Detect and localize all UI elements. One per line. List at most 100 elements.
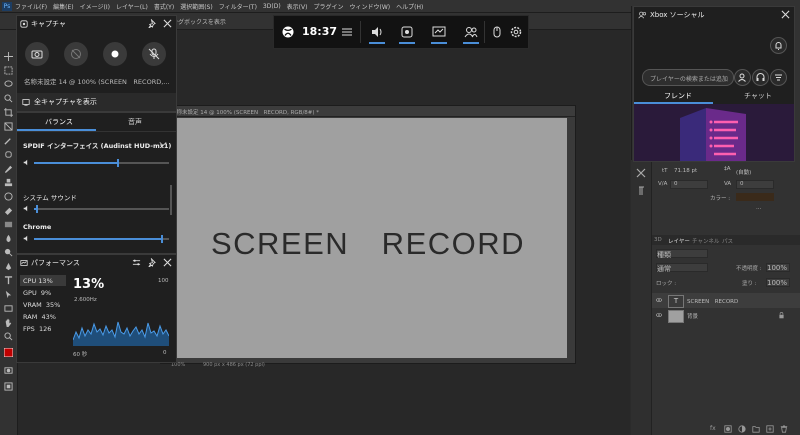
tools-crossed-icon[interactable] [636,168,646,178]
layer-filter-select[interactable]: 種類 [656,249,708,259]
group-folder-icon[interactable] [752,425,760,433]
speaker-icon[interactable] [23,205,30,212]
system-volume-slider[interactable] [34,205,169,213]
more-options-icon[interactable]: ··· [756,206,761,212]
path-select-tool-icon[interactable] [4,290,13,299]
pin-icon[interactable] [147,19,156,28]
menu-layer[interactable]: レイヤー(L) [116,2,148,11]
frame-tool-icon[interactable] [4,122,13,131]
rectangle-tool-icon[interactable] [4,304,13,313]
add-friend-button[interactable] [734,69,751,86]
eraser-tool-icon[interactable] [4,206,13,215]
tab-3d[interactable]: 3D [654,237,662,243]
tab-voice[interactable]: 音声 [128,117,142,127]
eye-icon[interactable] [656,297,662,303]
output-device-label[interactable]: SPDIF インターフェイス (Audinst HUD-mx1) [23,140,171,150]
party-button[interactable] [752,69,769,86]
marquee-tool-icon[interactable] [4,66,13,75]
screenshot-button[interactable] [25,42,49,66]
show-all-captures-link[interactable]: 全キャプチャを表示 [17,93,176,111]
scrollbar[interactable] [170,185,172,215]
pen-tool-icon[interactable] [4,262,13,271]
speaker-icon[interactable] [23,235,30,242]
link-layers-icon[interactable]: fx [710,425,716,432]
tab-paths[interactable]: パス [722,237,733,245]
gradient-tool-icon[interactable] [4,220,13,229]
blend-mode-select[interactable]: 通常 [656,263,708,273]
opacity-field[interactable]: 100% [766,263,790,272]
text-color-swatch[interactable] [736,193,774,201]
app-volume-thumb[interactable] [161,235,164,243]
settings-gear-icon[interactable] [509,25,523,39]
close-icon[interactable] [781,10,790,19]
stamp-tool-icon[interactable] [4,178,13,187]
stat-vram[interactable]: VRAM 35% [23,301,60,309]
device-volume-thumb[interactable] [116,159,119,167]
stat-cpu[interactable]: CPU 13% [23,277,53,285]
document-tab[interactable]: 名称未設定 14 @ 100% (SCREEN RECORD, RGB/8#) … [161,106,575,117]
tab-friends[interactable]: フレンド [664,91,692,101]
menu-window[interactable]: ウィンドウ(W) [349,2,390,11]
menu-filter[interactable]: フィルター(T) [219,2,257,11]
tracking-field[interactable]: 0 [736,180,774,189]
tab-chat[interactable]: チャット [744,91,772,101]
leading-value[interactable]: (自動) [736,168,751,176]
capture-widget-icon[interactable] [400,25,414,39]
xbox-social-widget-icon[interactable] [464,25,478,39]
app-volume-slider[interactable] [34,235,169,243]
layer-name[interactable]: 背景 [687,312,698,320]
add-mask-icon[interactable] [724,425,732,433]
quick-mask-icon[interactable] [4,366,13,375]
filter-button[interactable] [770,69,787,86]
move-tool-icon[interactable] [4,52,13,61]
canvas[interactable]: SCREEN RECORD [169,118,567,358]
adjustment-layer-icon[interactable] [738,425,746,433]
blur-tool-icon[interactable] [4,234,13,243]
brush-tool-icon[interactable] [4,164,13,173]
paragraph-icon[interactable] [636,186,646,196]
menu-select[interactable]: 選択範囲(S) [180,2,213,11]
stat-gpu[interactable]: GPU 9% [23,289,51,297]
device-volume-slider[interactable] [34,159,169,167]
quick-select-tool-icon[interactable] [4,94,13,103]
start-recording-button[interactable] [103,42,127,66]
menu-3d[interactable]: 3D(D) [263,3,281,10]
close-icon[interactable] [163,19,172,28]
zoom-tool-icon[interactable] [4,332,13,341]
chevron-down-icon[interactable] [159,141,167,147]
menu-image[interactable]: イメージ(I) [80,2,110,11]
crop-tool-icon[interactable] [4,108,13,117]
menu-icon[interactable] [342,28,352,36]
record-last-button[interactable] [64,42,88,66]
audio-widget-icon[interactable] [370,25,384,39]
screen-mode-icon[interactable] [4,382,13,391]
tab-balance[interactable]: バランス [45,117,73,127]
options-sliders-icon[interactable] [132,258,141,267]
xbox-logo-icon[interactable] [282,26,294,38]
speaker-icon[interactable] [23,159,30,166]
stat-fps[interactable]: FPS 126 [23,325,51,333]
menu-edit[interactable]: 編集(E) [53,2,73,11]
pin-icon[interactable] [147,258,156,267]
menu-help[interactable]: ヘルプ(H) [396,2,423,11]
show-bounding-box-label[interactable]: ングボックスを表示 [172,17,226,26]
kerning-field[interactable]: 0 [670,180,708,189]
stat-ram[interactable]: RAM 43% [23,313,56,321]
menu-view[interactable]: 表示(V) [287,2,308,11]
notifications-button[interactable] [770,37,787,54]
eyedropper-tool-icon[interactable] [4,136,13,145]
hand-tool-icon[interactable] [4,318,13,327]
tab-layers[interactable]: レイヤー [668,237,690,245]
font-size-value[interactable]: 71.18 pt [674,168,697,174]
player-search-input[interactable]: プレイヤーの検索または追加 [642,69,734,86]
system-volume-thumb[interactable] [35,205,38,213]
new-layer-icon[interactable] [766,425,774,433]
mic-toggle-button[interactable] [142,42,166,66]
layer-name[interactable]: SCREEN RECORD [687,297,738,305]
trash-icon[interactable] [780,425,788,433]
document-window[interactable]: 名称未設定 14 @ 100% (SCREEN RECORD, RGB/8#) … [160,105,576,368]
canvas-text-layer[interactable]: SCREEN RECORD [169,218,567,263]
menu-file[interactable]: ファイル(F) [15,2,47,11]
type-tool-icon[interactable] [4,276,13,285]
foreground-color-swatch[interactable] [3,347,14,358]
